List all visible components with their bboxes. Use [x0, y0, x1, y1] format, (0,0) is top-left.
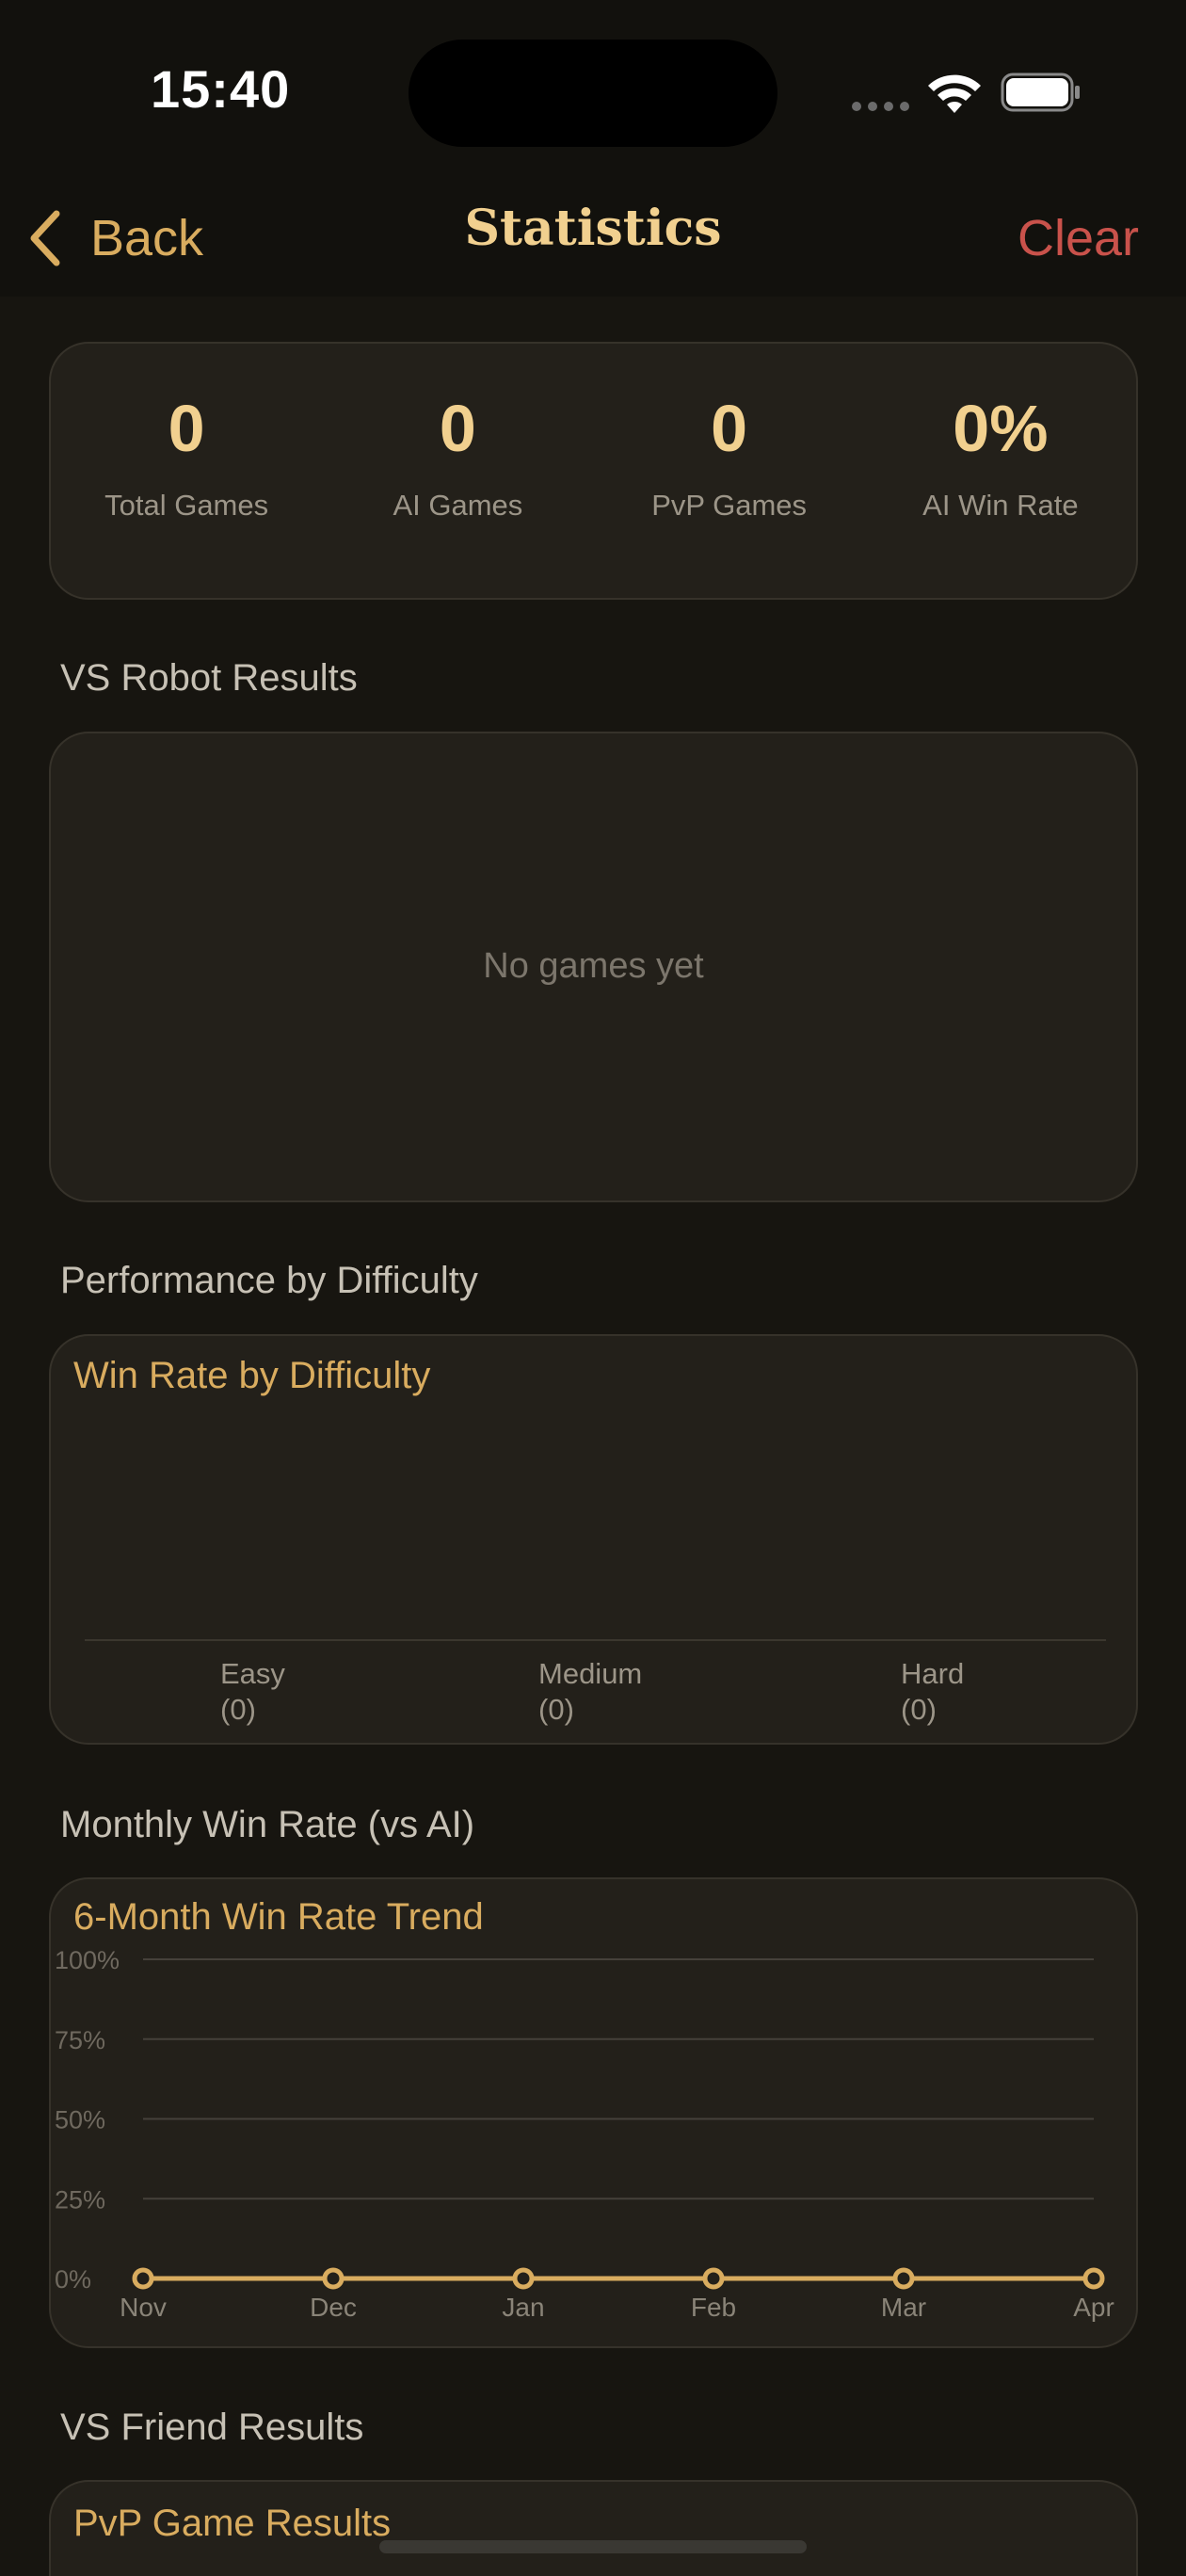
- summary-value: 0%: [953, 392, 1049, 465]
- status-bar: 15:40: [0, 0, 1186, 179]
- chart-title: Win Rate by Difficulty: [73, 1355, 431, 1396]
- empty-state-text: No games yet: [483, 946, 704, 986]
- bar-label-hard: Hard (0): [901, 1656, 964, 1728]
- summary-label: AI Games: [393, 489, 523, 522]
- section-heading-difficulty: Performance by Difficulty: [60, 1260, 478, 1301]
- x-tick-label: Mar: [881, 2293, 926, 2322]
- chart-title: PvP Game Results: [73, 2503, 392, 2544]
- category-count: (0): [901, 1693, 937, 1726]
- summary-pvp-games: 0 PvP Games: [594, 344, 865, 598]
- summary-total-games: 0 Total Games: [51, 344, 322, 598]
- y-tick-label: 75%: [55, 2026, 105, 2054]
- x-tick-label: Feb: [691, 2293, 736, 2322]
- section-heading-friend: VS Friend Results: [60, 2407, 364, 2448]
- monthly-chart-card: 6-Month Win Rate Trend 0% 25% 50% 75% 100% No…: [49, 1877, 1138, 2348]
- summary-ai-games: 0 AI Games: [322, 344, 593, 598]
- section-heading-monthly: Monthly Win Rate (vs AI): [60, 1804, 475, 1845]
- x-tick-label: Jan: [502, 2293, 544, 2322]
- navigation-bar: Back Statistics Clear: [0, 179, 1186, 297]
- category-count: (0): [220, 1693, 256, 1726]
- home-indicator[interactable]: [379, 2540, 807, 2553]
- wifi-icon: [928, 74, 981, 113]
- summary-value: 0: [439, 392, 476, 465]
- data-point: [892, 2267, 915, 2290]
- dynamic-island: [409, 40, 777, 147]
- y-tick-label: 0%: [55, 2265, 91, 2294]
- category-name: Easy: [220, 1657, 285, 1690]
- status-time: 15:40: [151, 59, 291, 119]
- friend-results-card: PvP Game Results: [49, 2480, 1138, 2576]
- y-tick-label: 50%: [55, 2106, 105, 2134]
- robot-results-card: No games yet: [49, 732, 1138, 1202]
- x-tick-label: Nov: [120, 2293, 167, 2322]
- y-tick-label: 25%: [55, 2185, 105, 2214]
- summary-label: Total Games: [104, 489, 269, 522]
- summary-ai-win-rate: 0% AI Win Rate: [865, 344, 1136, 598]
- bar-label-easy: Easy (0): [220, 1656, 285, 1728]
- category-name: Hard: [901, 1657, 965, 1690]
- section-heading-robot: VS Robot Results: [60, 657, 358, 699]
- data-point: [1082, 2267, 1105, 2290]
- data-point: [512, 2267, 535, 2290]
- summary-label: PvP Games: [651, 489, 808, 522]
- data-point: [132, 2267, 154, 2290]
- summary-card: 0 Total Games 0 AI Games 0 PvP Games 0% …: [49, 342, 1138, 600]
- data-point: [322, 2267, 345, 2290]
- battery-icon: [1001, 72, 1080, 112]
- page-title: Statistics: [464, 200, 722, 257]
- summary-value: 0: [711, 392, 748, 465]
- line-chart: 0% 25% 50% 75% 100% Nov Dec Jan Feb Mar Apr: [55, 1946, 1114, 2322]
- category-count: (0): [538, 1693, 574, 1726]
- x-tick-label: Dec: [310, 2293, 357, 2322]
- x-tick-label: Apr: [1073, 2293, 1114, 2322]
- category-name: Medium: [538, 1657, 643, 1690]
- summary-label: AI Win Rate: [922, 489, 1079, 522]
- cellular-signal-icon: [852, 102, 909, 111]
- bar-label-medium: Medium (0): [538, 1656, 642, 1728]
- data-point: [702, 2267, 725, 2290]
- difficulty-chart-card: Win Rate by Difficulty Easy (0) Medium (…: [49, 1334, 1138, 1745]
- summary-value: 0: [168, 392, 205, 465]
- chart-baseline: [85, 1639, 1106, 1641]
- y-tick-label: 100%: [55, 1946, 120, 1974]
- clear-button[interactable]: Clear: [1018, 198, 1139, 279]
